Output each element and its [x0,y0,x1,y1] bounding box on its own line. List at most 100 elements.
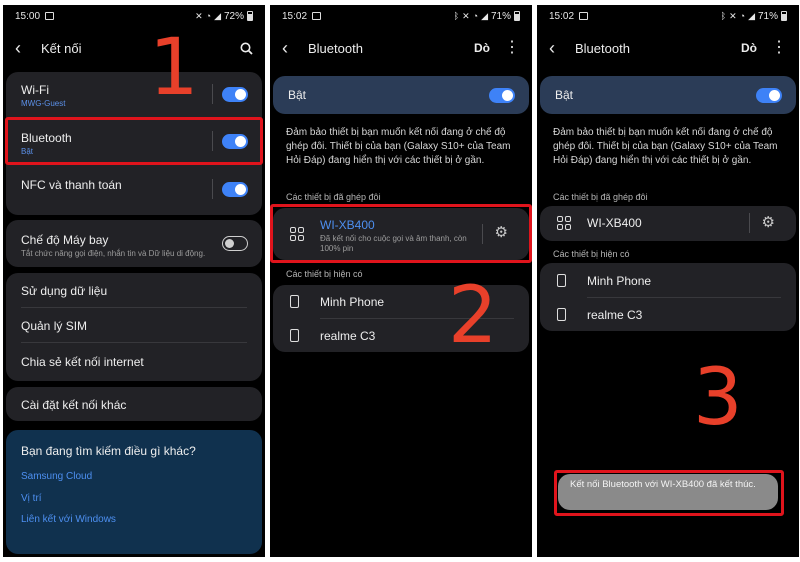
location-link[interactable]: Vị trí [21,493,42,504]
bluetooth-master-card[interactable]: Bật [273,76,529,114]
bluetooth-on-label: Bật [288,88,307,102]
wifi-signal-icon: ◔ [472,10,479,21]
wifi-signal-icon: ◔ [205,10,212,21]
step-number-3: 3 [693,353,743,443]
data-card: Sử dụng dữ liệu Quản lý SIM Chia sẻ kết … [6,273,262,381]
available-devices-header: Các thiết bị hiện có [553,249,630,259]
cell-signal-icon: ◢ [748,10,755,21]
wifi-signal-icon: ◔ [739,10,746,21]
available-device-row[interactable]: Minh Phone [540,263,796,297]
sim-manager-row[interactable]: Quản lý SIM [6,308,262,342]
bluetooth-master-card[interactable]: Bật [540,76,796,114]
page-title: Kết nối [41,40,82,56]
headphones-device-icon [557,216,571,230]
bluetooth-highlight-box [5,117,263,165]
airplane-toggle[interactable] [222,236,248,251]
back-arrow-icon[interactable]: ‹ [282,39,302,57]
status-bar: 15:02 ᛒ ✕ ◔ ◢ 71% [270,5,532,27]
battery-percent: 71% [490,10,511,22]
more-options-icon[interactable]: ⋮ [504,40,520,56]
gallery-notification-icon [579,12,589,20]
gallery-notification-icon [312,12,322,20]
wifi-row[interactable]: Wi-Fi MWG-Guest [6,72,262,116]
bluetooth-status-icon: ᛒ [720,10,727,21]
screen-bluetooth-disconnected: 15:02 ᛒ ✕ ◔ ◢ 71% ‹ Bluetooth Dò ⋮ Bật Đ… [537,5,799,557]
mute-icon: ✕ [195,10,203,21]
suggestion-title: Bạn đang tìm kiếm điều gì khác? [21,444,196,458]
phone-device-icon [557,274,566,287]
bluetooth-master-toggle[interactable] [489,88,515,103]
available-devices-header: Các thiết bị hiện có [286,269,363,279]
available-device-name: realme C3 [320,329,376,343]
step-number-1: 1 [149,23,199,113]
search-icon[interactable] [240,42,253,55]
nfc-toggle[interactable] [222,182,248,197]
screen-bluetooth-connected: 15:02 ᛒ ✕ ◔ ◢ 71% ‹ Bluetooth Dò ⋮ Bật Đ… [270,5,532,557]
bluetooth-status-icon: ᛒ [453,10,460,21]
phone-device-icon [290,329,299,342]
available-device-name: Minh Phone [320,295,385,309]
data-usage-row[interactable]: Sử dụng dữ liệu [6,273,262,307]
nfc-label: NFC và thanh toán [21,178,122,192]
samsung-cloud-link[interactable]: Samsung Cloud [21,471,92,482]
back-arrow-icon[interactable]: ‹ [549,39,569,57]
battery-icon [247,11,253,21]
wifi-toggle[interactable] [222,87,248,102]
back-arrow-icon[interactable]: ‹ [15,39,35,57]
available-device-name: Minh Phone [587,274,652,288]
bluetooth-on-label: Bật [555,88,574,102]
airplane-row[interactable]: Chế độ Máy bay Tắt chức năng gọi điện, n… [6,220,262,267]
status-time: 15:02 [549,10,575,22]
scan-button[interactable]: Dò [474,41,490,55]
airplane-card: Chế độ Máy bay Tắt chức năng gọi điện, n… [6,220,262,267]
more-settings-row[interactable]: Cài đặt kết nối khác [6,387,262,421]
pairing-info-text: Đảm bảo thiết bị bạn muốn kết nối đang ở… [286,127,511,166]
available-device-row[interactable]: realme C3 [540,298,796,331]
paired-devices-header: Các thiết bị đã ghép đôi [553,192,648,202]
suggestion-card: Bạn đang tìm kiếm điều gì khác? Samsung … [6,430,262,554]
page-title: Bluetooth [308,40,363,56]
mute-icon: ✕ [462,10,470,21]
more-settings-card: Cài đặt kết nối khác [6,387,262,421]
phone-device-icon [290,295,299,308]
mute-icon: ✕ [729,10,737,21]
device-settings-gear-icon[interactable]: ⚙ [762,215,775,230]
separator [212,84,213,104]
screen-connections: 15:00 ✕ ◔ ◢ 72% ‹ Kết nối Wi-Fi MWG-Gues… [3,5,265,557]
bluetooth-master-toggle[interactable] [756,88,782,103]
phone-device-icon [557,308,566,321]
available-device-name: realme C3 [587,308,643,322]
cell-signal-icon: ◢ [214,10,221,21]
available-devices-card: Minh Phone realme C3 [540,263,796,331]
battery-icon [514,11,520,21]
status-time: 15:02 [282,10,308,22]
more-settings-label: Cài đặt kết nối khác [21,398,127,412]
status-bar: 15:02 ᛒ ✕ ◔ ◢ 71% [537,5,799,27]
sim-manager-label: Quản lý SIM [21,319,88,333]
airplane-description: Tắt chức năng gọi điện, nhắn tin và Dữ l… [21,249,206,258]
hotspot-row[interactable]: Chia sẻ kết nối internet [6,343,262,379]
link-to-windows-link[interactable]: Liên kết với Windows [21,514,116,525]
data-usage-label: Sử dụng dữ liệu [21,284,108,298]
nfc-row[interactable]: NFC và thanh toán [6,168,262,212]
pairing-info-text: Đảm bảo thiết bị bạn muốn kết nối đang ở… [553,127,778,166]
scan-button[interactable]: Dò [741,41,757,55]
paired-device-highlight-box [270,204,532,263]
step-number-2: 2 [448,271,498,361]
hotspot-label: Chia sẻ kết nối internet [21,355,144,369]
status-bar: 15:00 ✕ ◔ ◢ 72% [3,5,265,27]
toast-highlight-box [554,470,784,516]
status-time: 15:00 [15,10,41,22]
more-options-icon[interactable]: ⋮ [771,40,787,56]
battery-icon [781,11,787,21]
battery-percent: 72% [223,10,244,22]
cell-signal-icon: ◢ [481,10,488,21]
gallery-notification-icon [45,12,55,20]
paired-device-row[interactable]: WI-XB400 ⚙ [540,206,796,241]
separator [212,179,213,199]
battery-percent: 71% [757,10,778,22]
wifi-label: Wi-Fi [21,83,49,97]
paired-device-name: WI-XB400 [587,216,642,230]
separator [749,213,750,233]
page-title: Bluetooth [575,40,630,56]
